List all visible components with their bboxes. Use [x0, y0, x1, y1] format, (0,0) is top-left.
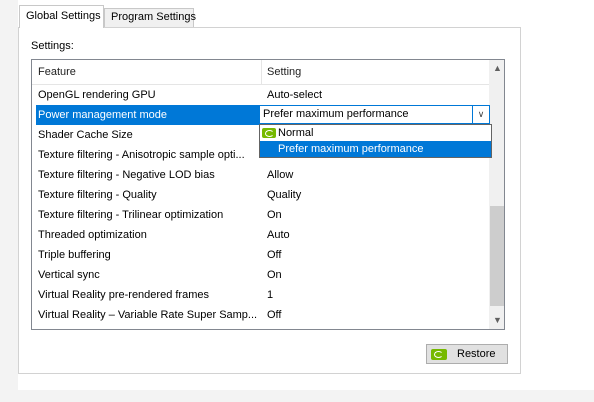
setting-cell: Auto: [267, 325, 290, 329]
settings-grid: Feature Setting OpenGL rendering GPU Auto…: [31, 59, 505, 330]
table-row[interactable]: Vertical sync On: [32, 265, 490, 285]
vertical-scrollbar[interactable]: ▲ ▼: [489, 60, 504, 329]
grid-header: Feature Setting: [32, 60, 490, 85]
settings-label: Settings:: [31, 40, 74, 52]
chevron-down-icon[interactable]: ∨: [472, 106, 489, 123]
table-row[interactable]: OpenGL rendering GPU Auto-select: [32, 85, 490, 105]
option-label: Prefer maximum performance: [278, 143, 424, 155]
feature-cell: Vulkan/OpenGL present method: [38, 325, 258, 329]
table-row[interactable]: Virtual Reality pre-rendered frames 1: [32, 285, 490, 305]
setting-cell: Off: [267, 249, 282, 261]
table-row[interactable]: Vulkan/OpenGL present method Auto: [32, 325, 490, 329]
table-row[interactable]: Threaded optimization Auto: [32, 225, 490, 245]
feature-cell: Texture filtering - Quality: [38, 189, 157, 201]
feature-cell: OpenGL rendering GPU: [38, 89, 156, 101]
feature-cell: Virtual Reality – Variable Rate Super Sa…: [38, 309, 258, 321]
feature-cell: Threaded optimization: [38, 229, 147, 241]
feature-cell: Triple buffering: [38, 249, 111, 261]
scroll-up-arrow-icon[interactable]: ▲: [489, 60, 504, 77]
column-header-feature[interactable]: Feature: [38, 60, 76, 84]
table-row[interactable]: Virtual Reality – Variable Rate Super Sa…: [32, 305, 490, 325]
option-normal[interactable]: Normal: [260, 125, 491, 141]
combo-selected-value: Prefer maximum performance: [263, 108, 409, 120]
bottom-background-strip: [0, 390, 594, 402]
column-header-setting[interactable]: Setting: [267, 60, 301, 84]
feature-cell: Virtual Reality pre-rendered frames: [38, 289, 209, 301]
option-label: Normal: [278, 127, 314, 139]
restore-button-label: Restore: [457, 348, 496, 360]
feature-cell: Power management mode: [36, 105, 260, 125]
setting-cell: Auto: [267, 229, 290, 241]
setting-cell: Quality: [267, 189, 302, 201]
left-background-strip: [0, 0, 18, 402]
feature-cell: Texture filtering - Negative LOD bias: [38, 169, 215, 181]
option-prefer-maximum-performance[interactable]: Prefer maximum performance: [260, 141, 491, 157]
table-row[interactable]: Texture filtering - Negative LOD bias All…: [32, 165, 490, 185]
feature-cell: Texture filtering - Anisotropic sample o…: [38, 149, 245, 161]
column-separator[interactable]: [261, 60, 262, 84]
power-management-combo[interactable]: Prefer maximum performance ∨: [259, 105, 490, 124]
tab-program-settings[interactable]: Program Settings: [104, 8, 196, 27]
feature-cell: Vertical sync: [38, 269, 100, 281]
setting-cell: Auto-select: [267, 89, 323, 101]
restore-button[interactable]: Restore: [426, 344, 508, 364]
power-management-dropdown-list: Normal Prefer maximum performance: [259, 124, 492, 158]
tab-global-settings[interactable]: Global Settings: [19, 5, 104, 28]
setting-cell: 1: [267, 289, 274, 301]
setting-cell: Allow: [267, 169, 294, 181]
setting-cell: On: [267, 209, 282, 221]
scrollbar-thumb[interactable]: [490, 206, 504, 306]
nvidia-logo-icon: [431, 349, 447, 360]
nvidia-logo-icon: [262, 128, 276, 138]
table-row[interactable]: Texture filtering - Quality Quality: [32, 185, 490, 205]
table-row[interactable]: Triple buffering Off: [32, 245, 490, 265]
feature-cell: Shader Cache Size: [38, 129, 133, 141]
scroll-down-arrow-icon[interactable]: ▼: [489, 312, 504, 329]
table-row[interactable]: Texture filtering - Trilinear optimizati…: [32, 205, 490, 225]
setting-cell: On: [267, 269, 282, 281]
setting-cell: Off: [267, 309, 282, 321]
feature-cell: Texture filtering - Trilinear optimizati…: [38, 209, 224, 221]
